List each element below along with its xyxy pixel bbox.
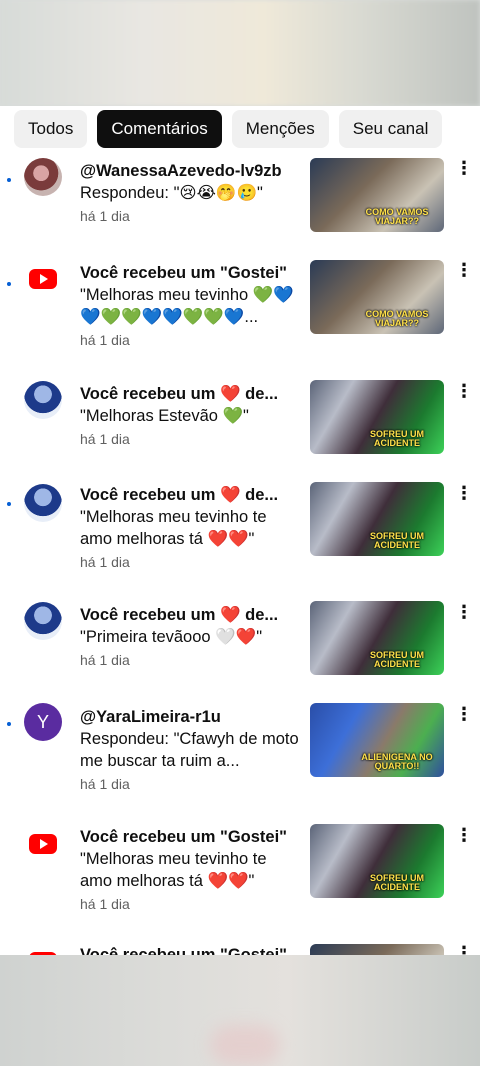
thumbnail-caption: SOFREU UM ACIDENTE	[370, 873, 424, 892]
notification-time: há 1 dia	[80, 208, 130, 224]
tab-comentarios[interactable]: Comentários	[97, 110, 222, 148]
thumbnail-caption: ALIENIGENA NO QUARTO!!	[361, 752, 433, 771]
notification-time: há 1 dia	[80, 896, 130, 912]
avatar[interactable]	[24, 158, 62, 196]
notification-title: Você recebeu um ❤️ de...	[80, 385, 279, 403]
video-thumbnail[interactable]: ALIENIGENA NO QUARTO!!	[310, 703, 444, 777]
notification-text: "Melhoras Estevão 💚"	[80, 407, 249, 425]
thumbnail-caption: COMO VAMOS VIAJAR??	[365, 309, 429, 328]
avatar[interactable]	[24, 381, 62, 419]
unread-dot	[7, 502, 11, 506]
notification-title: @WanessaAzevedo-lv9zb	[80, 162, 282, 180]
blurred-background-bottom	[0, 955, 480, 1066]
notification-time: há 1 dia	[80, 332, 130, 348]
notification-title: Você recebeu um ❤️ de...	[80, 486, 279, 504]
video-thumbnail[interactable]: SOFREU UM ACIDENTE	[310, 601, 444, 675]
avatar[interactable]	[24, 484, 62, 522]
more-vert-icon[interactable]: ⋮	[455, 704, 473, 724]
notification-title: Você recebeu um ❤️ de...	[80, 606, 279, 624]
blurred-background-top	[0, 0, 480, 106]
notifications-panel: Todos Comentários Menções Seu canal @Wan…	[0, 106, 480, 955]
avatar[interactable]: Y	[24, 703, 62, 741]
decorative-smudge	[210, 1025, 280, 1065]
notification-title: @YaraLimeira-r1u	[80, 708, 221, 726]
more-vert-icon[interactable]: ⋮	[455, 158, 473, 178]
video-thumbnail[interactable]: SOFREU UM ACIDENTE	[310, 482, 444, 556]
tab-mencoes[interactable]: Menções	[231, 110, 329, 148]
unread-dot	[7, 722, 11, 726]
video-thumbnail[interactable]: COMO VAMOS VIAJAR??	[310, 158, 444, 232]
video-thumbnail[interactable]: SOFREU UM ACIDENTE	[310, 824, 444, 898]
more-vert-icon[interactable]: ⋮	[455, 483, 473, 503]
thumbnail-caption: COMO VAMOS VIAJAR??	[365, 207, 429, 226]
more-vert-icon[interactable]: ⋮	[455, 825, 473, 845]
thumbnail-caption: SOFREU UM ACIDENTE	[370, 429, 424, 448]
notification-title: Você recebeu um "Gostei"	[80, 264, 287, 282]
tab-seu-canal[interactable]: Seu canal	[338, 110, 443, 148]
notification-title: Você recebeu um "Gostei"	[80, 946, 287, 955]
video-thumbnail[interactable]: COMO VAMOS VIAJAR??	[310, 260, 444, 334]
youtube-logo-icon	[29, 834, 57, 854]
filter-tabs: Todos Comentários Menções Seu canal	[14, 110, 443, 148]
notification-time: há 1 dia	[80, 431, 130, 447]
notification-text: Respondeu: "Cfawyh de moto me buscar ta …	[80, 730, 299, 770]
notification-time: há 1 dia	[80, 776, 130, 792]
tab-todos[interactable]: Todos	[14, 110, 88, 148]
notification-text: "Melhoras meu tevinho te amo melhoras tá…	[80, 508, 267, 548]
unread-dot	[7, 282, 11, 286]
notification-text: Respondeu: "😢😭🤭🥲"	[80, 184, 263, 202]
notification-text: "Melhoras meu tevinho te amo melhoras tá…	[80, 850, 267, 890]
notification-time: há 1 dia	[80, 554, 130, 570]
notification-title: Você recebeu um "Gostei"	[80, 828, 287, 846]
more-vert-icon[interactable]: ⋮	[455, 602, 473, 622]
notification-time: há 1 dia	[80, 652, 130, 668]
notification-text: "Melhoras meu tevinho 💚💙💙💚💚💙💙💚💚💙...	[80, 286, 294, 326]
more-vert-icon[interactable]: ⋮	[455, 381, 473, 401]
thumbnail-caption: SOFREU UM ACIDENTE	[370, 531, 424, 550]
video-thumbnail[interactable]	[310, 944, 444, 955]
thumbnail-caption: SOFREU UM ACIDENTE	[370, 650, 424, 669]
notification-text: "Primeira tevãooo 🤍❤️"	[80, 628, 263, 646]
more-vert-icon[interactable]: ⋮	[455, 943, 473, 955]
unread-dot	[7, 178, 11, 182]
avatar[interactable]	[24, 602, 62, 640]
youtube-logo-icon	[29, 269, 57, 289]
video-thumbnail[interactable]: SOFREU UM ACIDENTE	[310, 380, 444, 454]
more-vert-icon[interactable]: ⋮	[455, 260, 473, 280]
